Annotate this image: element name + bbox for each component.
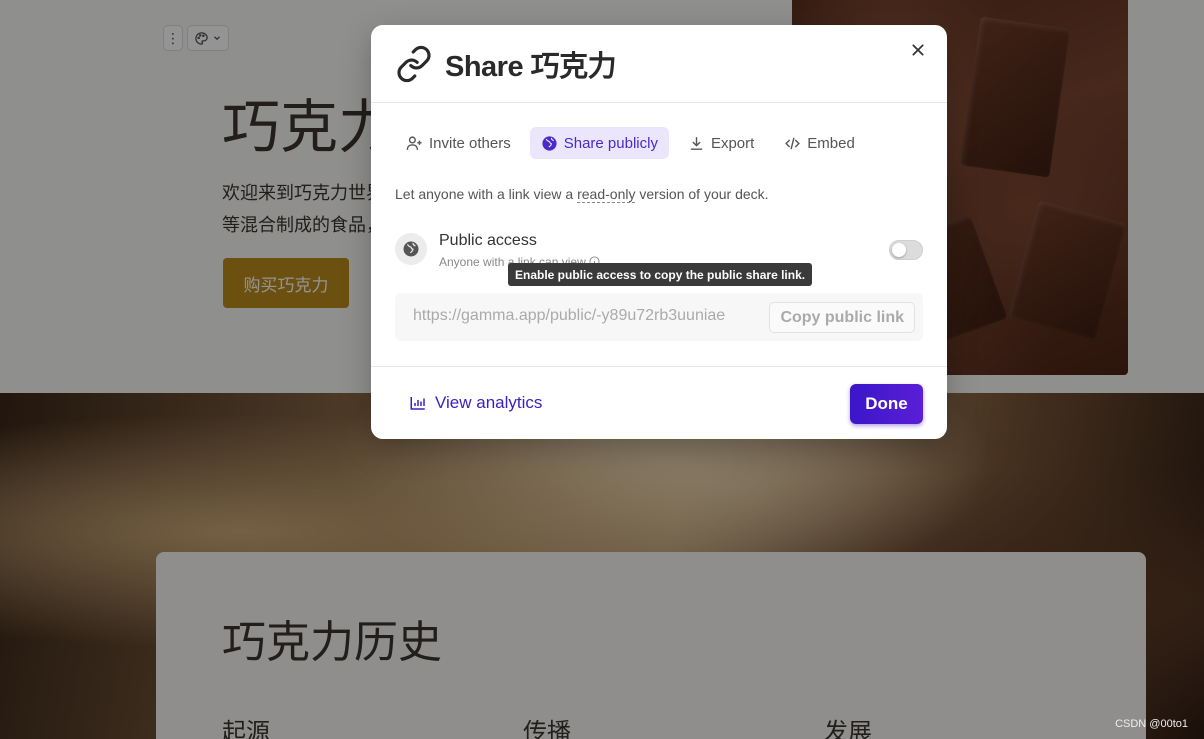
- dialog-header: Share 巧克力: [371, 25, 947, 103]
- toggle-knob: [892, 243, 906, 257]
- close-button[interactable]: [907, 39, 929, 61]
- close-icon: [912, 44, 924, 56]
- public-link-input[interactable]: [413, 307, 763, 325]
- globe-icon: [542, 135, 557, 151]
- public-access-title: Public access: [439, 232, 537, 249]
- copy-public-link-button[interactable]: Copy public link: [769, 302, 915, 333]
- share-dialog: Share 巧克力 Invite others Share publicly E…: [371, 25, 947, 439]
- tab-share-publicly[interactable]: Share publicly: [529, 127, 669, 159]
- done-button[interactable]: Done: [850, 384, 923, 424]
- watermark: CSDN @00to1: [1115, 718, 1188, 730]
- view-analytics-link[interactable]: View analytics: [409, 393, 542, 413]
- bar-chart-icon: [410, 397, 425, 410]
- tab-label: Invite others: [429, 134, 511, 152]
- share-description: Let anyone with a link view a read-only …: [395, 186, 769, 203]
- description-text: Let anyone with a link view a: [395, 186, 578, 202]
- public-link-box: Copy public link: [395, 293, 923, 341]
- description-text: version of your deck.: [635, 186, 769, 202]
- link-icon: [397, 45, 431, 82]
- tooltip: Enable public access to copy the public …: [508, 263, 813, 286]
- tab-label: Export: [710, 134, 755, 152]
- read-only-hint[interactable]: read-only: [577, 186, 636, 203]
- download-icon: [690, 136, 703, 150]
- tab-embed[interactable]: Embed: [773, 127, 866, 159]
- tab-label: Embed: [807, 134, 855, 152]
- public-access-toggle[interactable]: [889, 240, 923, 260]
- tab-invite-others[interactable]: Invite others: [395, 127, 522, 159]
- tab-label: Share publicly: [563, 134, 658, 152]
- globe-icon: [403, 241, 419, 257]
- dialog-title: Share 巧克力: [445, 50, 617, 83]
- code-icon: [785, 137, 801, 149]
- tab-export[interactable]: Export: [677, 127, 765, 159]
- dialog-footer: View analytics Done: [371, 366, 947, 439]
- view-analytics-label: View analytics: [435, 393, 543, 412]
- user-plus-icon: [406, 135, 422, 150]
- share-tabs: Invite others Share publicly Export Embe…: [395, 127, 866, 159]
- public-access-globe: [395, 233, 427, 265]
